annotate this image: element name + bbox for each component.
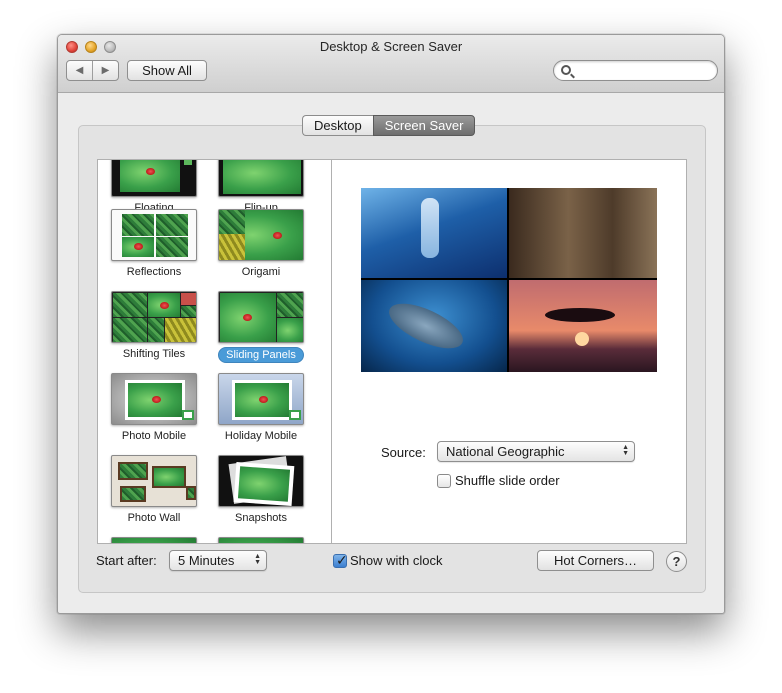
saver-thumbnail	[111, 373, 197, 425]
saver-label: Reflections	[126, 266, 182, 278]
saver-photo-mobile[interactable]: Photo Mobile	[109, 373, 199, 443]
tab-bar: Desktop Screen Saver	[302, 115, 476, 136]
saver-thumbnail	[218, 209, 304, 261]
saver-label: Origami	[241, 266, 281, 278]
show-clock-label: Show with clock	[350, 553, 443, 568]
saver-thumbnail	[111, 455, 197, 507]
checkmark-icon: ✓	[336, 552, 348, 568]
saver-floating[interactable]: Floating	[109, 160, 199, 215]
saver-partial[interactable]	[109, 537, 199, 543]
shuffle-label: Shuffle slide order	[455, 473, 560, 488]
saver-holiday-mobile[interactable]: Holiday Mobile	[216, 373, 306, 443]
back-forward-control: ◀ ▶	[66, 60, 119, 81]
system-preferences-window: Desktop & Screen Saver ◀ ▶ Show All Desk…	[57, 34, 725, 614]
show-all-button[interactable]: Show All	[127, 60, 207, 81]
start-after-popup[interactable]: 5 Minutes ▲ ▼	[169, 550, 267, 571]
saver-label: Shifting Tiles	[122, 348, 186, 360]
saver-sliding-panels[interactable]: Sliding Panels	[216, 291, 306, 363]
saver-label: Photo Mobile	[121, 430, 187, 442]
saver-flip-up[interactable]: Flip-up	[216, 160, 306, 215]
forward-button[interactable]: ▶	[93, 61, 118, 80]
popup-arrows-icon: ▲ ▼	[622, 444, 629, 457]
saver-thumbnail	[111, 160, 197, 197]
source-popup[interactable]: National Geographic ▲ ▼	[437, 441, 635, 462]
preview-photo-acacia-sunset	[509, 280, 657, 372]
start-after-value: 5 Minutes	[178, 553, 235, 568]
saver-origami[interactable]: Origami	[216, 209, 306, 279]
saver-thumbnail	[218, 160, 304, 197]
saver-photo-wall[interactable]: Photo Wall	[109, 455, 199, 525]
saver-thumbnail	[218, 373, 304, 425]
saver-thumbnail	[218, 291, 304, 343]
screen-saver-list[interactable]: Floating Flip-up Reflections Origami Shi…	[97, 159, 332, 544]
search-icon	[561, 65, 571, 75]
source-label: Source:	[381, 445, 426, 460]
show-clock-checkbox[interactable]: ✓	[333, 552, 348, 568]
saver-thumbnail	[111, 209, 197, 261]
saver-thumbnail	[218, 537, 304, 543]
title-bar[interactable]: Desktop & Screen Saver ◀ ▶ Show All	[58, 35, 724, 93]
saver-reflections[interactable]: Reflections	[109, 209, 199, 279]
preview-photo-leopard	[509, 188, 657, 278]
saver-label: Photo Wall	[127, 512, 181, 524]
search-field[interactable]	[553, 60, 718, 81]
saver-thumbnail	[218, 455, 304, 507]
tab-desktop[interactable]: Desktop	[302, 115, 373, 136]
search-input[interactable]	[576, 62, 711, 79]
saver-label: Holiday Mobile	[224, 430, 298, 442]
screen-saver-preview	[361, 188, 657, 372]
preview-photo-whale-shark	[361, 280, 507, 372]
preview-photo-glacier	[361, 188, 507, 278]
source-value: National Geographic	[446, 444, 565, 459]
popup-arrows-icon: ▲ ▼	[254, 553, 261, 566]
saver-label: Snapshots	[235, 512, 287, 524]
saver-thumbnail	[111, 291, 197, 343]
window-title: Desktop & Screen Saver	[319, 39, 463, 54]
back-button[interactable]: ◀	[67, 61, 93, 80]
saver-label-selected: Sliding Panels	[218, 347, 304, 363]
saver-thumbnail	[111, 537, 197, 543]
help-button[interactable]: ?	[666, 551, 687, 572]
saver-shifting-tiles[interactable]: Shifting Tiles	[109, 291, 199, 361]
tab-screen-saver[interactable]: Screen Saver	[372, 115, 476, 136]
shuffle-checkbox[interactable]	[437, 474, 451, 488]
start-after-label: Start after:	[96, 553, 157, 568]
saver-partial[interactable]	[216, 537, 306, 543]
saver-snapshots[interactable]: Snapshots	[216, 455, 306, 525]
hot-corners-button[interactable]: Hot Corners…	[537, 550, 654, 571]
